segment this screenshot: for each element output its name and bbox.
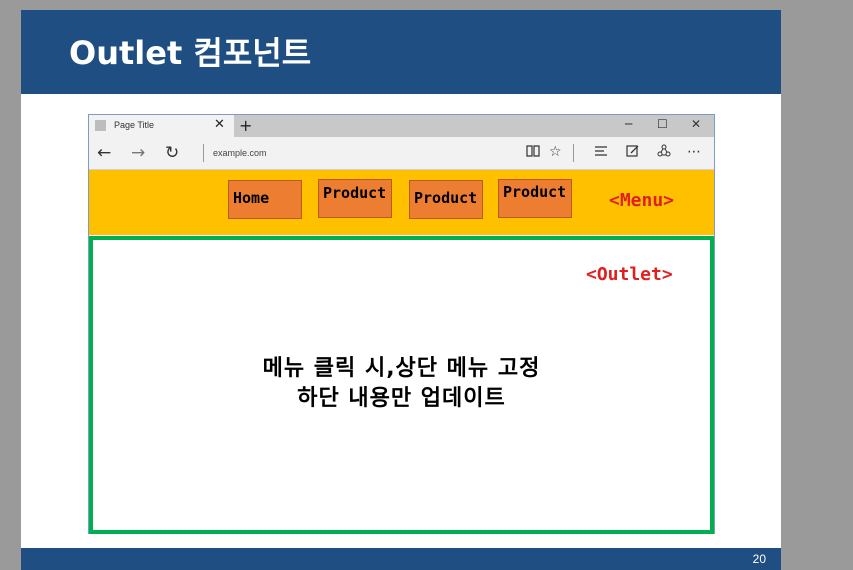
favorite-star-icon[interactable]: ☆: [549, 144, 562, 160]
forward-arrow-icon[interactable]: →: [131, 143, 145, 163]
web-note-icon[interactable]: [626, 144, 640, 162]
menu-button-product-2[interactable]: Product: [409, 180, 483, 219]
outlet-label: <Outlet>: [586, 264, 673, 285]
reading-view-icon[interactable]: [526, 144, 540, 162]
divider: [573, 144, 574, 162]
slide-title: Outlet 컴포넌트: [69, 34, 312, 72]
slide-header: Outlet 컴포넌트: [21, 10, 781, 94]
outlet-description-line-2: 하단 내용만 업데이트: [297, 386, 506, 411]
url-field[interactable]: example.com: [213, 148, 267, 158]
menu-button-label: Product: [414, 189, 478, 207]
tab-bar: Page Title ✕ + ─ ☐ ✕: [89, 115, 714, 137]
outlet-area: <Outlet> 메뉴 클릭 시,상단 메뉴 고정 하단 내용만 업데이트: [89, 236, 714, 534]
minimize-icon[interactable]: ─: [625, 117, 632, 131]
divider: [203, 144, 204, 162]
menu-button-label: Product: [503, 183, 567, 201]
share-icon[interactable]: [657, 144, 671, 162]
browser-tab[interactable]: Page Title ✕: [89, 115, 234, 137]
menu-button-home[interactable]: Home: [228, 180, 302, 219]
back-arrow-icon[interactable]: ←: [97, 143, 111, 163]
outlet-description-line-1: 메뉴 클릭 시,상단 메뉴 고정: [262, 356, 541, 381]
menu-bar: Home Product Product Product <Menu>: [89, 170, 714, 235]
slide: Outlet 컴포넌트 Page Title ✕ + ─ ☐ ✕ ← → ↻ e…: [21, 10, 781, 570]
menu-button-product-1[interactable]: Product: [318, 179, 392, 218]
tab-title: Page Title: [114, 120, 155, 130]
menu-button-label: Home: [233, 189, 270, 207]
close-tab-icon[interactable]: ✕: [214, 117, 225, 132]
menu-button-label: Product: [323, 184, 387, 202]
hub-icon[interactable]: [594, 144, 608, 162]
browser-mockup: Page Title ✕ + ─ ☐ ✕ ← → ↻ example.com ☆: [88, 114, 715, 534]
close-window-icon[interactable]: ✕: [691, 117, 701, 131]
menu-label: <Menu>: [609, 190, 675, 211]
maximize-icon[interactable]: ☐: [657, 117, 668, 131]
more-icon[interactable]: ⋯: [687, 144, 701, 160]
slide-footer: 20: [21, 548, 781, 570]
refresh-icon[interactable]: ↻: [165, 143, 179, 163]
favicon-icon: [95, 120, 106, 131]
menu-button-product-3[interactable]: Product: [498, 179, 572, 218]
address-bar: ← → ↻ example.com ☆ ⋯: [89, 137, 714, 170]
new-tab-icon[interactable]: +: [239, 116, 252, 135]
page-number: 20: [752, 552, 766, 566]
